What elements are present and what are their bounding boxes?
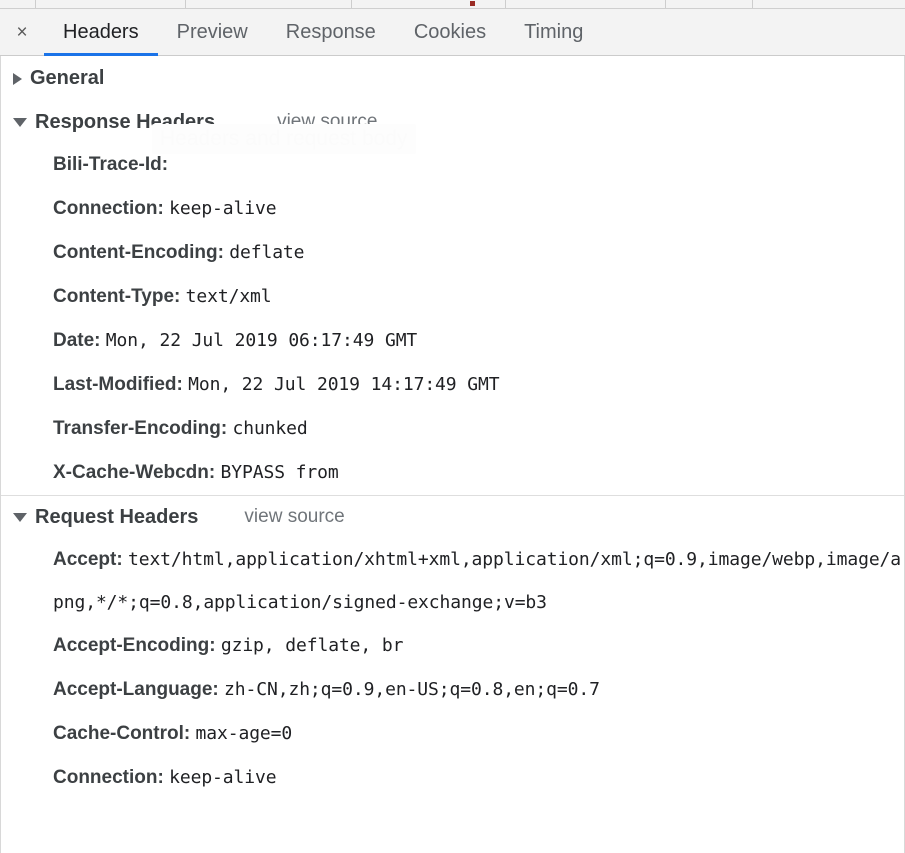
- tab-preview-label: Preview: [176, 20, 248, 43]
- tab-cookies-label: Cookies: [413, 20, 487, 43]
- chevron-down-icon: [13, 117, 27, 127]
- header-value: chunked: [232, 418, 308, 439]
- header-name: Connection:: [53, 198, 164, 219]
- header-row[interactable]: Cache-Control: max-age=0: [1, 712, 905, 756]
- column-divider[interactable]: [505, 0, 506, 8]
- column-divider[interactable]: [665, 0, 666, 8]
- network-table-header-strip: [0, 0, 905, 9]
- column-divider[interactable]: [351, 0, 352, 8]
- details-pane-tabbar: × Headers Preview Response Cookies Timin…: [0, 9, 905, 56]
- header-value: text/html,application/xhtml+xml,applicat…: [53, 549, 902, 613]
- section-request-headers-header[interactable]: Request Headers view source: [1, 496, 905, 538]
- header-name: Connection:: [53, 767, 164, 788]
- request-view-source-link[interactable]: view source: [244, 506, 344, 528]
- header-row[interactable]: Accept-Encoding: gzip, deflate, br: [1, 624, 905, 668]
- headers-panel: Headers and request body General Respons…: [0, 56, 905, 853]
- column-divider[interactable]: [35, 0, 36, 8]
- tab-preview[interactable]: Preview: [158, 9, 267, 55]
- header-value: BYPASS from: [220, 462, 339, 483]
- chevron-right-icon: [13, 72, 22, 85]
- response-headers-list: Bili-Trace-Id: Connection: keep-alive Cont…: [1, 143, 905, 495]
- column-divider[interactable]: [185, 0, 186, 8]
- header-value: Mon, 22 Jul 2019 06:17:49 GMT: [105, 330, 418, 351]
- column-divider[interactable]: [752, 0, 753, 8]
- header-value: keep-alive: [169, 198, 277, 219]
- section-response-headers: Response Headers view source Bili-Trace-…: [1, 101, 905, 495]
- chevron-down-icon: [13, 512, 27, 522]
- header-row[interactable]: X-Cache-Webcdn: BYPASS from: [1, 451, 905, 495]
- section-request-headers: Request Headers view source Accept: text…: [1, 496, 905, 800]
- header-name: Accept-Encoding:: [53, 635, 216, 656]
- header-value: zh-CN,zh;q=0.9,en-US;q=0.8,en;q=0.7: [224, 679, 600, 700]
- header-name: Accept:: [53, 549, 123, 570]
- header-name: Content-Encoding:: [53, 242, 224, 263]
- header-row[interactable]: Date: Mon, 22 Jul 2019 06:17:49 GMT: [1, 319, 905, 363]
- header-name: Date:: [53, 330, 101, 351]
- tab-headers[interactable]: Headers: [44, 9, 158, 56]
- header-value: Mon, 22 Jul 2019 14:17:49 GMT: [188, 374, 500, 395]
- request-headers-list: Accept: text/html,application/xhtml+xml,…: [1, 538, 905, 800]
- close-icon[interactable]: ×: [0, 9, 44, 55]
- section-response-headers-title: Response Headers: [35, 110, 216, 133]
- header-value: text/xml: [185, 286, 272, 307]
- tab-headers-label: Headers: [63, 20, 139, 43]
- header-value: keep-alive: [169, 767, 277, 788]
- section-general-header[interactable]: General: [1, 56, 905, 101]
- header-value: gzip, deflate, br: [220, 635, 404, 656]
- tab-timing[interactable]: Timing: [505, 9, 602, 55]
- header-row[interactable]: Accept: text/html,application/xhtml+xml,…: [1, 538, 905, 624]
- header-row[interactable]: Bili-Trace-Id:: [1, 143, 905, 187]
- header-row[interactable]: Content-Type: text/xml: [1, 275, 905, 319]
- tab-response[interactable]: Response: [267, 9, 395, 55]
- section-response-headers-header[interactable]: Response Headers view source: [1, 101, 905, 143]
- header-name: Transfer-Encoding:: [53, 418, 228, 439]
- section-general: General: [1, 56, 905, 101]
- tab-timing-label: Timing: [524, 20, 584, 43]
- header-row[interactable]: Transfer-Encoding: chunked: [1, 407, 905, 451]
- header-row[interactable]: Connection: keep-alive: [1, 187, 905, 231]
- response-view-source-link[interactable]: view source: [277, 111, 377, 133]
- section-general-title: General: [30, 67, 105, 89]
- section-request-headers-title: Request Headers: [35, 505, 199, 528]
- error-marker: [470, 1, 475, 6]
- header-value: max-age=0: [195, 723, 293, 744]
- header-row[interactable]: Connection: keep-alive: [1, 756, 905, 800]
- header-row[interactable]: Last-Modified: Mon, 22 Jul 2019 14:17:49…: [1, 363, 905, 407]
- header-row[interactable]: Content-Encoding: deflate: [1, 231, 905, 275]
- header-row[interactable]: Accept-Language: zh-CN,zh;q=0.9,en-US;q=…: [1, 668, 905, 712]
- tab-response-label: Response: [285, 20, 376, 43]
- header-name: Content-Type:: [53, 286, 181, 307]
- header-value: deflate: [229, 242, 305, 263]
- tab-cookies[interactable]: Cookies: [395, 9, 505, 55]
- header-name: Last-Modified:: [53, 374, 183, 395]
- header-name: Accept-Language:: [53, 679, 219, 700]
- header-name: Bili-Trace-Id:: [53, 154, 169, 175]
- header-name: Cache-Control:: [53, 723, 191, 744]
- header-name: X-Cache-Webcdn:: [53, 462, 216, 483]
